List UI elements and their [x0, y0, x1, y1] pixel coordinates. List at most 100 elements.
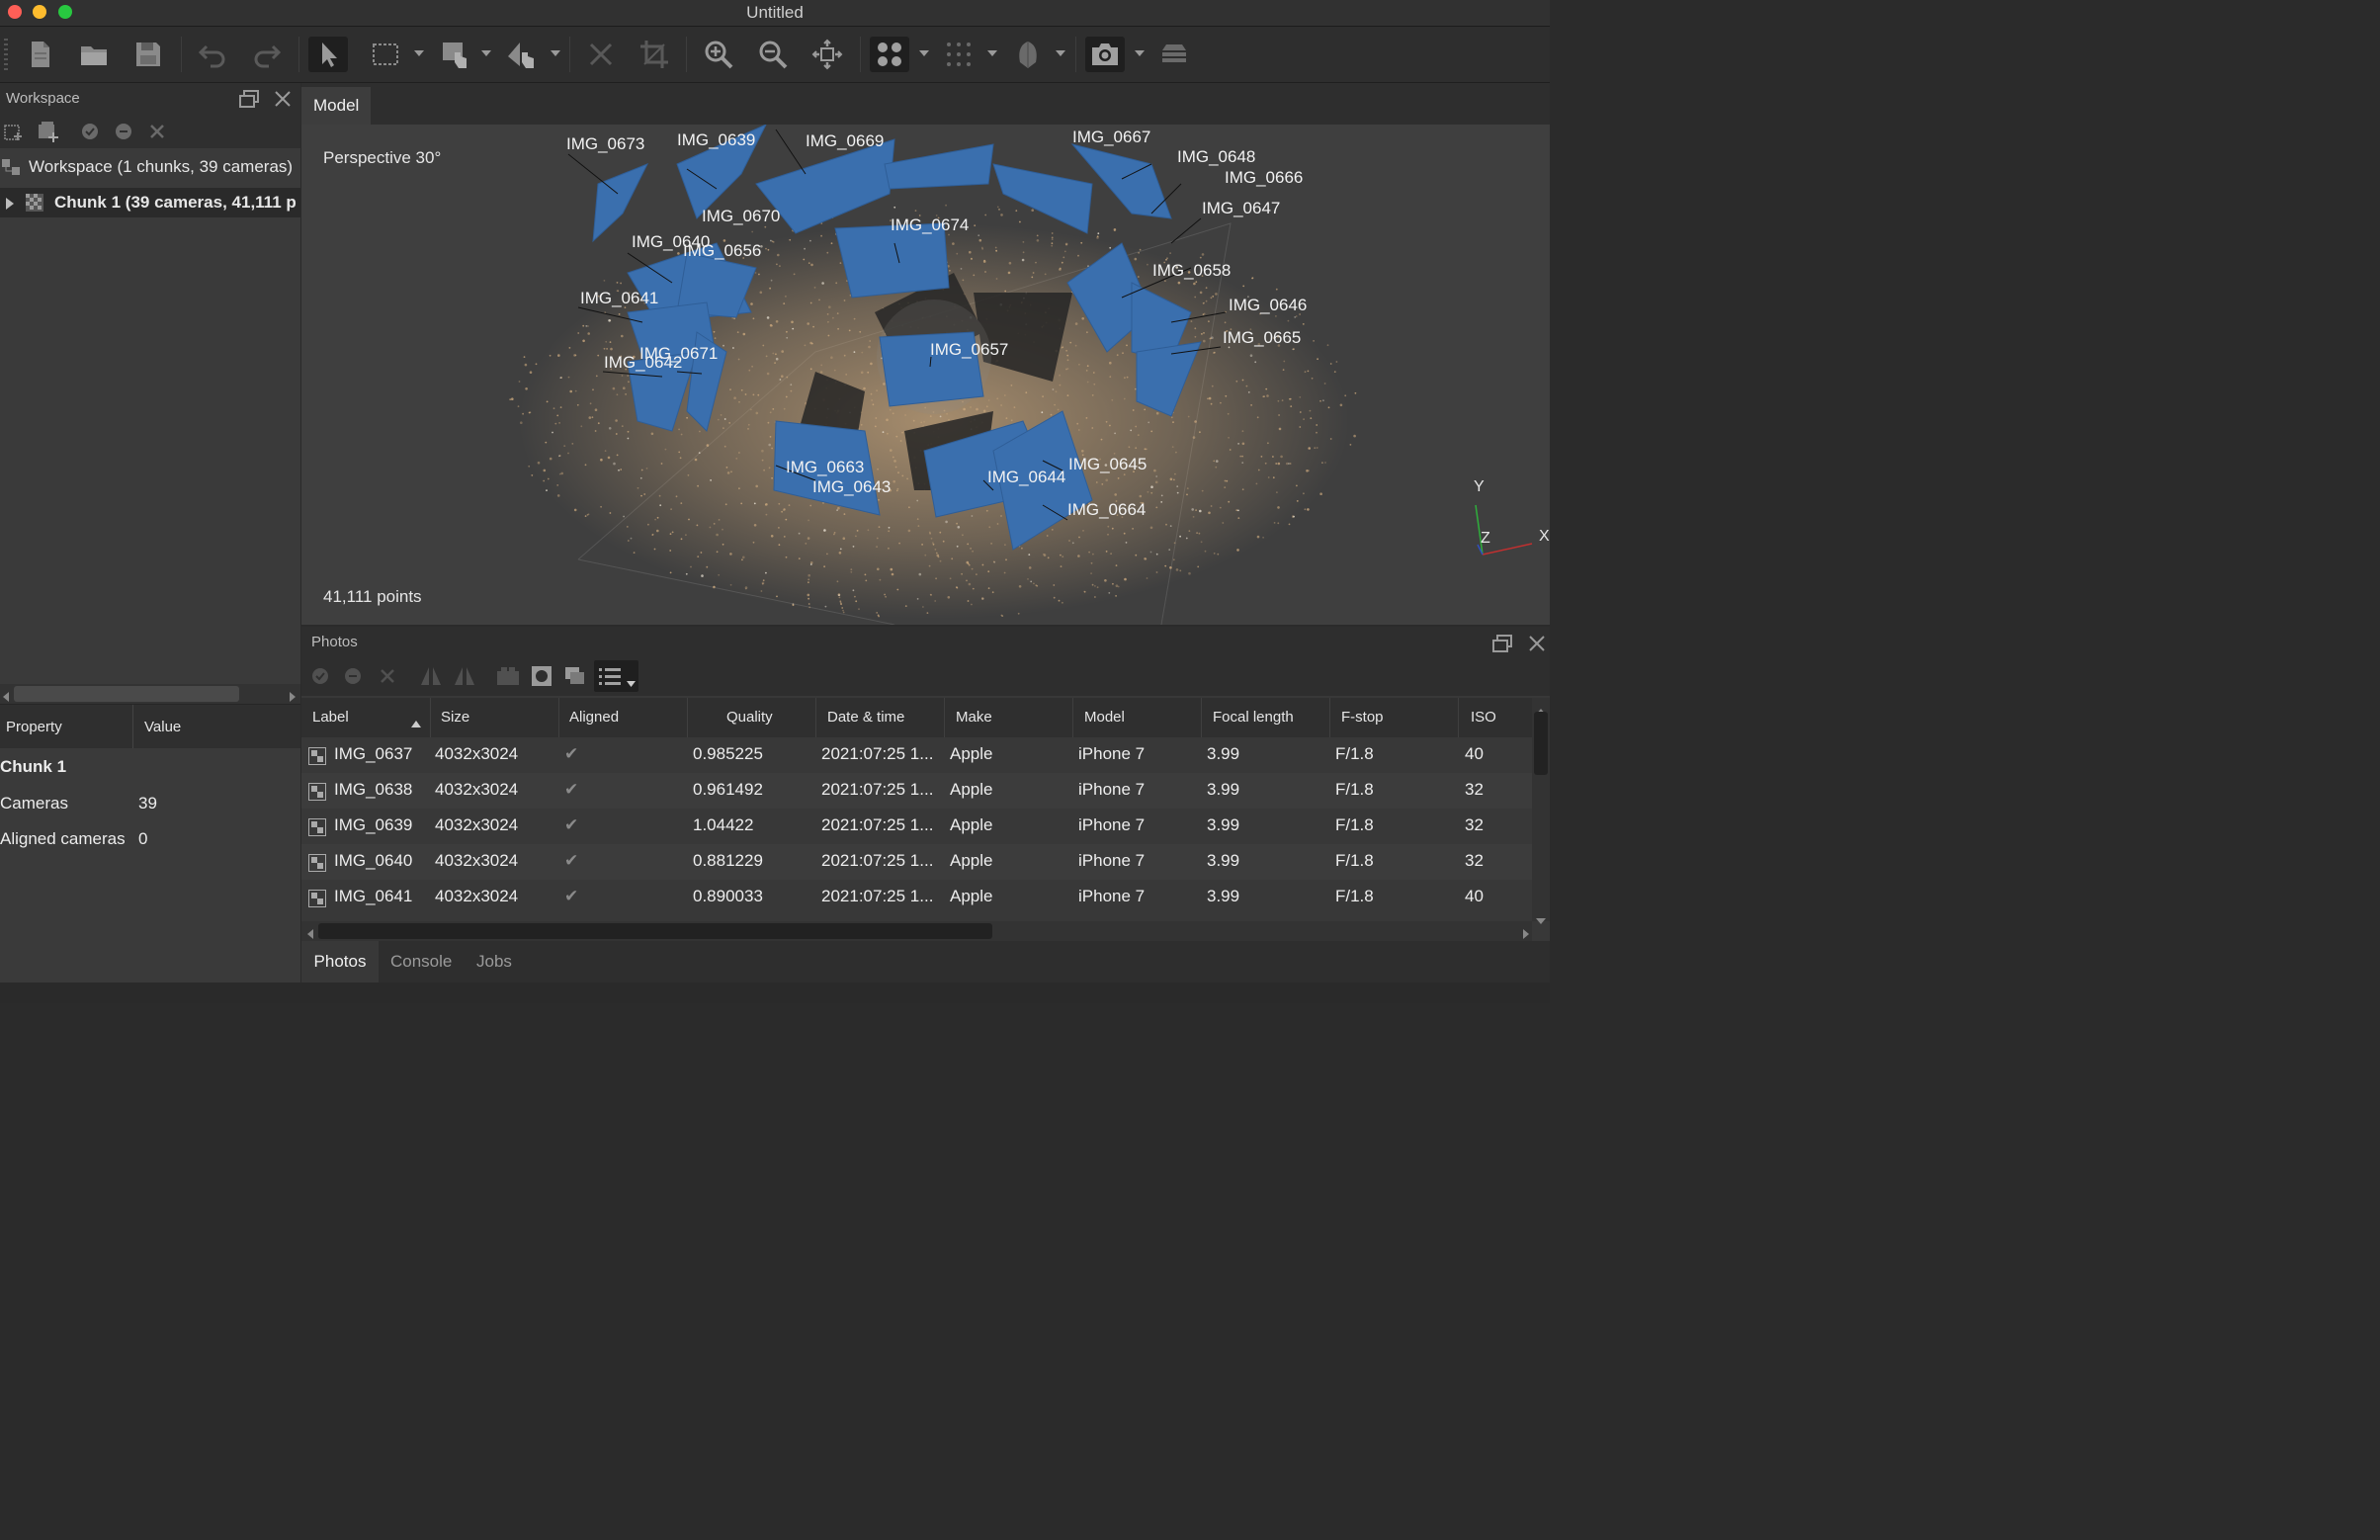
scrollbar-thumb[interactable] [1534, 712, 1548, 775]
toolbar-grip[interactable] [4, 39, 8, 70]
column-header-quality[interactable]: Quality [726, 709, 773, 726]
enable-icon[interactable] [81, 123, 99, 145]
zoom-out-icon[interactable] [753, 37, 793, 72]
undo-icon[interactable] [193, 37, 232, 72]
table-row[interactable]: IMG_0639 4032x3024 ✔ 1.04422 2021:07:25 … [301, 809, 1532, 844]
camera-label[interactable]: IMG_0643 [812, 477, 891, 497]
column-header-date[interactable]: Date & time [827, 709, 904, 726]
table-row[interactable]: IMG_0641 4032x3024 ✔ 0.890033 2021:07:25… [301, 880, 1532, 915]
scrollbar-thumb[interactable] [14, 686, 239, 702]
camera-label[interactable]: IMG_0670 [702, 207, 780, 226]
camera-label[interactable]: IMG_0673 [566, 134, 644, 154]
chevron-down-icon[interactable] [413, 46, 425, 60]
shape-icon[interactable] [502, 37, 542, 72]
chevron-down-icon[interactable] [1134, 46, 1146, 60]
add-chunk-icon[interactable] [4, 123, 24, 147]
camera-label[interactable]: IMG_0648 [1177, 147, 1255, 167]
camera-label[interactable]: IMG_0656 [683, 241, 761, 261]
crop-icon[interactable] [635, 37, 674, 72]
column-header-size[interactable]: Size [441, 709, 469, 726]
tree-item-chunk[interactable]: Chunk 1 (39 cameras, 41,111 p [0, 188, 300, 217]
image-icon[interactable] [531, 665, 552, 692]
points-icon[interactable] [870, 37, 909, 72]
scroll-down-icon[interactable] [1536, 911, 1546, 929]
tree-item-workspace[interactable]: Workspace (1 chunks, 39 cameras) [0, 152, 300, 182]
chevron-down-icon[interactable] [480, 46, 492, 60]
horizontal-scrollbar[interactable] [301, 921, 1532, 941]
mask-icon[interactable] [496, 665, 520, 692]
pointer-icon[interactable] [308, 37, 348, 72]
camera-label[interactable]: IMG_0663 [786, 458, 864, 477]
tab-console[interactable]: Console [390, 941, 452, 983]
camera-label[interactable]: IMG_0664 [1067, 500, 1146, 520]
camera-label[interactable]: IMG_0669 [806, 131, 884, 151]
expand-arrow-icon[interactable] [6, 197, 14, 214]
chevron-down-icon[interactable] [918, 46, 930, 60]
camera-label[interactable]: IMG_0639 [677, 130, 755, 150]
table-row[interactable]: IMG_0640 4032x3024 ✔ 0.881229 2021:07:25… [301, 844, 1532, 880]
column-header-fstop[interactable]: F-stop [1341, 709, 1384, 726]
tab-photos[interactable]: Photos [301, 941, 379, 983]
dense-points-icon[interactable] [939, 37, 978, 72]
redo-icon[interactable] [247, 37, 287, 72]
undock-icon[interactable] [239, 90, 259, 113]
value-column-header[interactable]: Value [144, 719, 181, 735]
new-document-icon[interactable] [20, 37, 59, 72]
remove-icon[interactable] [379, 667, 396, 690]
tab-jobs[interactable]: Jobs [476, 941, 512, 983]
camera-label[interactable]: IMG_0666 [1225, 168, 1303, 188]
tab-model[interactable]: Model [301, 87, 371, 125]
camera-label[interactable]: IMG_0657 [930, 340, 1008, 360]
column-header-label[interactable]: Label [312, 709, 349, 726]
chevron-down-icon[interactable] [1055, 46, 1066, 60]
zoom-in-icon[interactable] [699, 37, 738, 72]
camera-label[interactable]: IMG_0665 [1223, 328, 1301, 348]
column-header-model[interactable]: Model [1084, 709, 1125, 726]
table-row[interactable]: IMG_0637 4032x3024 ✔ 0.985225 2021:07:25… [301, 737, 1532, 773]
column-header-aligned[interactable]: Aligned [569, 709, 619, 726]
view-mode-dropdown[interactable] [594, 660, 638, 692]
remove-icon[interactable] [148, 123, 166, 145]
camera-label[interactable]: IMG_0641 [580, 289, 658, 308]
layers-icon[interactable] [1154, 37, 1194, 72]
navigation-icon[interactable] [435, 37, 474, 72]
rotate-right-icon[interactable] [453, 665, 476, 692]
disable-icon[interactable] [115, 123, 132, 145]
camera-label[interactable]: IMG_0674 [891, 215, 969, 235]
camera-label[interactable]: IMG_0647 [1202, 199, 1280, 218]
close-icon[interactable] [1528, 635, 1546, 657]
model-icon[interactable] [1008, 37, 1048, 72]
overlay-icon[interactable] [564, 666, 586, 691]
column-header-make[interactable]: Make [956, 709, 992, 726]
camera-label[interactable]: IMG_0658 [1152, 261, 1231, 281]
column-header-iso[interactable]: ISO [1471, 709, 1496, 726]
rotate-left-icon[interactable] [419, 665, 443, 692]
undock-icon[interactable] [1492, 635, 1512, 657]
column-header-focal-length[interactable]: Focal length [1213, 709, 1294, 726]
camera-label[interactable]: IMG_0667 [1072, 128, 1150, 147]
model-viewport[interactable]: Perspective 30° 41,111 points Y Z X IMG_… [301, 125, 1550, 625]
table-row[interactable]: IMG_0638 4032x3024 ✔ 0.961492 2021:07:25… [301, 773, 1532, 809]
property-column-header[interactable]: Property [6, 719, 62, 735]
vertical-scrollbar[interactable] [1532, 698, 1550, 924]
horizontal-scrollbar[interactable] [0, 684, 300, 704]
delete-icon[interactable] [581, 37, 621, 72]
enable-icon[interactable] [311, 667, 329, 690]
disable-icon[interactable] [344, 667, 362, 690]
chevron-down-icon[interactable] [550, 46, 561, 60]
sort-ascending-icon[interactable] [411, 715, 421, 732]
camera-icon[interactable] [1085, 37, 1125, 72]
open-folder-icon[interactable] [74, 37, 114, 72]
add-photos-icon[interactable] [38, 121, 59, 147]
reset-view-icon[interactable] [808, 37, 847, 72]
close-icon[interactable] [274, 90, 292, 113]
scrollbar-thumb[interactable] [318, 923, 992, 939]
camera-label[interactable]: IMG_0642 [604, 353, 682, 373]
rect-select-icon[interactable] [366, 37, 405, 72]
save-icon[interactable] [128, 37, 168, 72]
camera-label[interactable]: IMG_0644 [987, 468, 1065, 487]
point-cloud-scene[interactable] [301, 125, 1550, 625]
camera-label[interactable]: IMG_0646 [1229, 296, 1307, 315]
camera-label[interactable]: IMG_0645 [1068, 455, 1147, 474]
chevron-down-icon[interactable] [986, 46, 998, 60]
